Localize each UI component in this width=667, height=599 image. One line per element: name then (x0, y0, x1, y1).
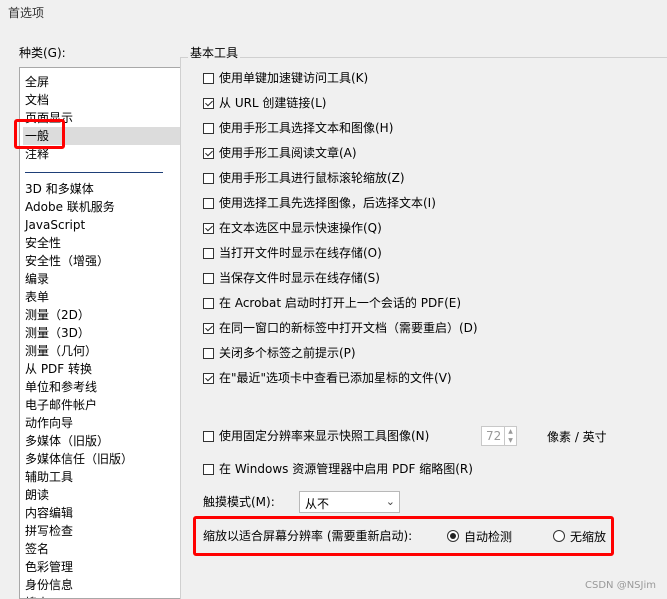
checkbox[interactable] (203, 430, 214, 442)
highlight-box-general (14, 119, 65, 149)
group-border-left (180, 57, 181, 599)
category-item[interactable]: 表单 (25, 288, 49, 306)
option-online-storage-open[interactable]: 当打开文件时显示在线存储(O) (203, 244, 382, 262)
category-item[interactable]: 安全性 (25, 234, 61, 252)
category-item[interactable]: 拼写检查 (25, 522, 73, 540)
checkbox[interactable] (203, 172, 214, 184)
category-item[interactable]: 身份信息 (25, 576, 73, 594)
option-pdf-thumbnails[interactable]: 在 Windows 资源管理器中启用 PDF 缩略图(R) (203, 460, 473, 478)
option-single-key-accelerators[interactable]: 使用单键加速键访问工具(K) (203, 69, 368, 87)
option-prompt-close-tabs[interactable]: 关闭多个标签之前提示(P) (203, 344, 356, 362)
checkbox[interactable] (203, 463, 214, 475)
window-title: 首选项 (8, 6, 45, 20)
category-item[interactable]: 辅助工具 (25, 468, 73, 486)
checkbox[interactable] (203, 297, 214, 309)
touch-mode-value: 从不 (305, 497, 330, 511)
category-item[interactable]: 安全性（增强） (25, 252, 109, 270)
checkbox[interactable] (203, 72, 214, 84)
category-item[interactable]: 电子邮件帐户 (25, 396, 97, 414)
option-hand-tool-select-text[interactable]: 使用手形工具选择文本和图像(H) (203, 119, 393, 137)
checkbox[interactable] (203, 147, 214, 159)
option-online-storage-save[interactable]: 当保存文件时显示在线存储(S) (203, 269, 380, 287)
category-item-fullscreen[interactable]: 全屏 (25, 73, 49, 91)
checkbox[interactable] (203, 372, 214, 384)
category-item[interactable]: JavaScript (25, 216, 85, 234)
category-item[interactable]: 测量（3D） (25, 324, 90, 342)
category-item[interactable]: 搜索 (25, 594, 49, 598)
touch-mode-select[interactable]: 从不 ⌄ (299, 491, 400, 513)
checkbox[interactable] (203, 347, 214, 359)
category-separator (25, 172, 163, 173)
touch-mode-label: 触摸模式(M): (203, 495, 275, 509)
category-item[interactable]: 色彩管理 (25, 558, 73, 576)
option-create-links-from-url[interactable]: 从 URL 创建链接(L) (203, 94, 327, 112)
category-item[interactable]: 签名 (25, 540, 49, 558)
category-item[interactable]: 动作向导 (25, 414, 73, 432)
checkbox[interactable] (203, 272, 214, 284)
option-starred-files[interactable]: 在"最近"选项卡中查看已添加星标的文件(V) (203, 369, 452, 387)
spinner-arrows-icon[interactable]: ▲ ▼ (504, 427, 516, 445)
checkbox[interactable] (203, 197, 214, 209)
category-item[interactable]: Adobe 联机服务 (25, 198, 115, 216)
group-border-top (180, 57, 667, 58)
checkbox[interactable] (203, 222, 214, 234)
category-item[interactable]: 编录 (25, 270, 49, 288)
option-select-tool-images-first[interactable]: 使用选择工具先选择图像，后选择文本(I) (203, 194, 436, 212)
category-item[interactable]: 多媒体（旧版） (25, 432, 109, 450)
checkbox[interactable] (203, 247, 214, 259)
basic-tools-title: 基本工具 (188, 44, 241, 61)
resolution-value: 72 (486, 429, 502, 443)
checkbox[interactable] (203, 322, 214, 334)
checkbox[interactable] (203, 97, 214, 109)
chevron-down-icon: ⌄ (385, 495, 395, 508)
category-item[interactable]: 从 PDF 转换 (25, 360, 92, 378)
option-restore-last-session[interactable]: 在 Acrobat 启动时打开上一个会话的 PDF(E) (203, 294, 461, 312)
category-item[interactable]: 多媒体信任（旧版） (25, 450, 133, 468)
category-item[interactable]: 测量（2D） (25, 306, 90, 324)
checkbox[interactable] (203, 122, 214, 134)
option-quick-actions[interactable]: 在文本选区中显示快速操作(Q) (203, 219, 382, 237)
highlight-box-scaling (193, 516, 614, 556)
option-hand-tool-wheel-zoom[interactable]: 使用手形工具进行鼠标滚轮缩放(Z) (203, 169, 405, 187)
category-item-document[interactable]: 文档 (25, 91, 49, 109)
category-item[interactable]: 测量（几何） (25, 342, 97, 360)
option-open-in-new-tab[interactable]: 在同一窗口的新标签中打开文档（需要重启）(D) (203, 319, 478, 337)
option-hand-tool-read-articles[interactable]: 使用手形工具阅读文章(A) (203, 144, 357, 162)
category-item[interactable]: 单位和参考线 (25, 378, 97, 396)
resolution-spinner[interactable]: 72 ▲ ▼ (481, 426, 517, 446)
category-item[interactable]: 3D 和多媒体 (25, 180, 94, 198)
resolution-unit: 像素 / 英寸 (547, 430, 607, 444)
option-snapshot-resolution[interactable]: 使用固定分辨率来显示快照工具图像(N) (203, 427, 429, 445)
watermark: CSDN @NSJim (585, 580, 656, 591)
category-item[interactable]: 朗读 (25, 486, 49, 504)
category-label: 种类(G): (19, 46, 66, 60)
category-item[interactable]: 内容编辑 (25, 504, 73, 522)
